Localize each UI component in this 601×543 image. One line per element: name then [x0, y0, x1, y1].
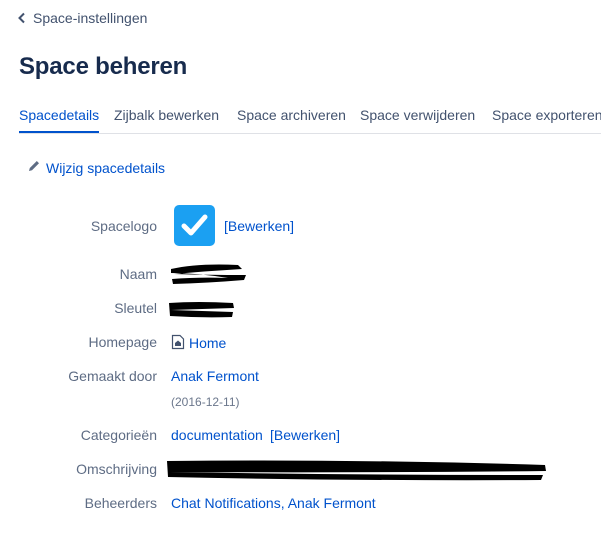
creator-link[interactable]: Anak Fermont: [171, 368, 259, 384]
category-link[interactable]: documentation: [171, 427, 263, 443]
gemaakt-door-label: Gemaakt door: [68, 368, 157, 384]
homepage-link[interactable]: Home: [171, 334, 226, 353]
edit-logo-link[interactable]: [Bewerken]: [224, 218, 294, 234]
back-link-label: Space-instellingen: [33, 10, 148, 26]
naam-label: Naam: [119, 266, 157, 282]
homepage-label: Homepage: [88, 334, 158, 350]
admins-links[interactable]: Chat Notifications, Anak Fermont: [171, 495, 376, 511]
beheerders-label: Beheerders: [84, 495, 157, 511]
checkmark-icon: [174, 205, 215, 246]
tab-space-verwijderen[interactable]: Space verwijderen: [360, 107, 475, 131]
space-admin-page: Space-instellingen Space beheren Spacede…: [0, 0, 601, 543]
omschrijving-label: Omschrijving: [76, 461, 157, 477]
categorieen-label: Categorieën: [80, 427, 157, 443]
homepage-value: Home: [189, 335, 227, 351]
sleutel-value-redacted: [167, 298, 237, 325]
omschrijving-value-redacted: [165, 457, 550, 488]
edit-space-details-label: Wijzig spacedetails: [46, 159, 166, 176]
space-logo: [174, 205, 215, 246]
tab-space-archiveren[interactable]: Space archiveren: [237, 107, 346, 131]
page-home-icon: [171, 334, 185, 353]
tab-bar: Spacedetails Zijbalk bewerken Space arch…: [19, 107, 601, 134]
naam-value-redacted: [168, 261, 250, 294]
tab-spacedetails[interactable]: Spacedetails: [19, 107, 100, 133]
created-date: (2016-12-11): [171, 395, 240, 409]
tab-space-exporteren[interactable]: Space exporteren: [492, 107, 601, 131]
tab-zijbalk-bewerken[interactable]: Zijbalk bewerken: [114, 107, 219, 131]
pencil-icon: [27, 159, 41, 176]
sleutel-label: Sleutel: [114, 300, 157, 316]
edit-space-details-link[interactable]: Wijzig spacedetails: [27, 159, 165, 176]
back-to-space-settings-link[interactable]: Space-instellingen: [17, 10, 147, 26]
spacelogo-label: Spacelogo: [90, 218, 157, 234]
page-title: Space beheren: [19, 53, 188, 80]
edit-categories-link[interactable]: [Bewerken]: [270, 427, 340, 443]
chevron-left-icon: [17, 12, 26, 24]
